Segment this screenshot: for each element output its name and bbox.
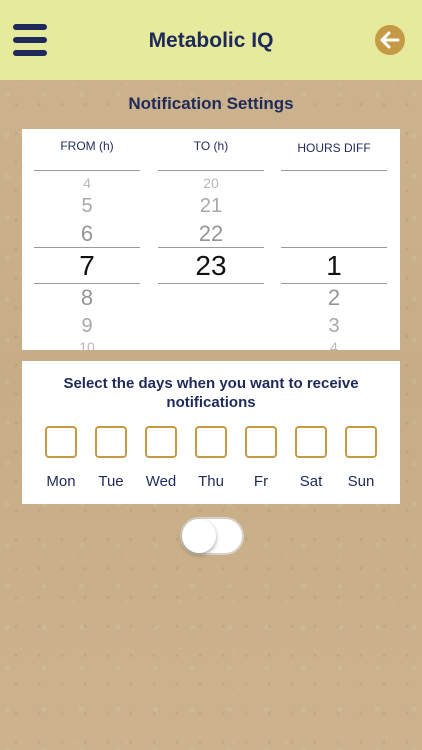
day-checkbox[interactable] xyxy=(95,426,127,458)
from-option[interactable]: 10 xyxy=(34,339,140,350)
day-mon[interactable]: Mon xyxy=(36,426,86,490)
from-selected-value[interactable]: 7 xyxy=(34,250,140,282)
day-sun[interactable]: Sun xyxy=(336,426,386,490)
day-label: Thu xyxy=(198,473,224,490)
hours-diff-picker[interactable]: HOURS DIFF 1 2 3 4 xyxy=(281,129,387,350)
selection-line xyxy=(281,283,387,284)
hour-picker-card: FROM (h) 4 5 6 7 8 9 10 TO (h) 20 21 22 … xyxy=(22,129,400,350)
day-sat[interactable]: Sat xyxy=(286,426,336,490)
to-selected-value[interactable]: 23 xyxy=(158,250,264,282)
selection-line xyxy=(158,283,264,284)
days-selection-card: Select the days when you want to receive… xyxy=(22,361,400,504)
from-option[interactable]: 6 xyxy=(34,221,140,247)
day-wed[interactable]: Wed xyxy=(136,426,186,490)
to-option[interactable]: 21 xyxy=(158,195,264,218)
column-divider xyxy=(34,170,140,171)
app-header: Metabolic IQ xyxy=(0,0,422,80)
day-checkbox[interactable] xyxy=(345,426,377,458)
day-label: Tue xyxy=(98,473,124,490)
diff-option[interactable]: 2 xyxy=(281,285,387,311)
hours-diff-selected-value[interactable]: 1 xyxy=(281,250,387,282)
from-option[interactable]: 8 xyxy=(34,285,140,311)
notifications-toggle[interactable] xyxy=(180,517,244,555)
day-thu[interactable]: Thu xyxy=(186,426,236,490)
selection-line xyxy=(158,247,264,248)
selection-line xyxy=(34,247,140,248)
selection-line xyxy=(34,283,140,284)
back-arrow-icon[interactable] xyxy=(375,25,405,55)
day-label: Sun xyxy=(347,473,375,490)
day-label: Fr xyxy=(253,473,269,490)
selection-line xyxy=(281,247,387,248)
from-option[interactable]: 4 xyxy=(34,175,140,191)
from-hour-label: FROM (h) xyxy=(60,139,114,153)
to-option[interactable]: 20 xyxy=(158,175,264,191)
from-option[interactable]: 9 xyxy=(34,315,140,338)
days-prompt: Select the days when you want to receive… xyxy=(63,375,359,411)
day-tue[interactable]: Tue xyxy=(86,426,136,490)
day-label: Mon xyxy=(46,473,76,490)
app-title: Metabolic IQ xyxy=(148,29,274,52)
day-checkbox[interactable] xyxy=(295,426,327,458)
to-hour-label: TO (h) xyxy=(193,139,229,153)
section-title: Notification Settings xyxy=(128,94,294,113)
day-label: Sat xyxy=(299,473,323,490)
column-divider xyxy=(281,170,387,171)
from-hour-picker[interactable]: FROM (h) 4 5 6 7 8 9 10 xyxy=(34,129,140,350)
diff-option[interactable]: 4 xyxy=(281,339,387,350)
to-option[interactable]: 22 xyxy=(158,221,264,247)
day-checkbox[interactable] xyxy=(145,426,177,458)
day-checkbox[interactable] xyxy=(245,426,277,458)
day-checkbox[interactable] xyxy=(45,426,77,458)
diff-option[interactable]: 3 xyxy=(281,315,387,338)
day-checkbox[interactable] xyxy=(195,426,227,458)
to-hour-picker[interactable]: TO (h) 20 21 22 23 xyxy=(158,129,264,350)
from-option[interactable]: 5 xyxy=(34,195,140,218)
toggle-knob[interactable] xyxy=(182,519,216,553)
day-fri[interactable]: Fr xyxy=(236,426,286,490)
hours-diff-label: HOURS DIFF xyxy=(297,141,371,155)
day-label: Wed xyxy=(145,473,177,490)
column-divider xyxy=(158,170,264,171)
